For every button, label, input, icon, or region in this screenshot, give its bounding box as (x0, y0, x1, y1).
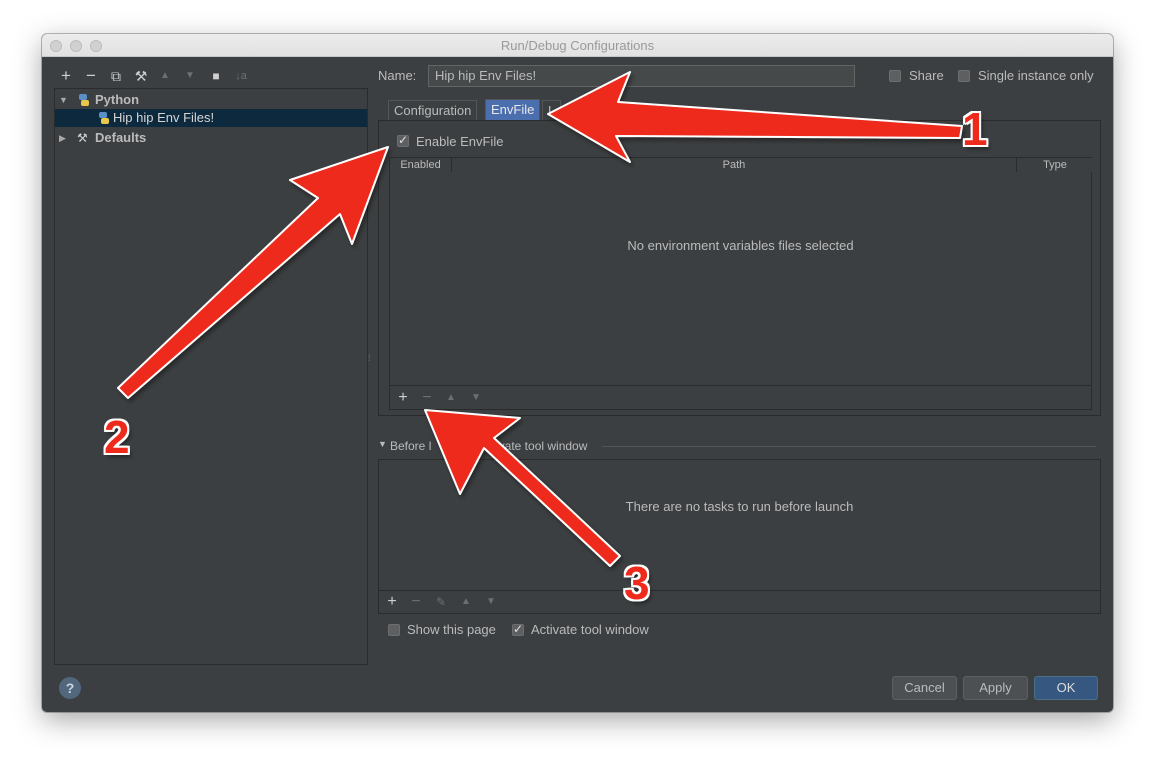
annotation-2: 2 (104, 411, 130, 463)
arrow-1 (547, 71, 963, 163)
arrow-2 (117, 146, 389, 399)
annotation-3: 3 (624, 557, 650, 609)
annotation-1: 1 (962, 103, 988, 155)
arrow-3 (424, 409, 621, 567)
